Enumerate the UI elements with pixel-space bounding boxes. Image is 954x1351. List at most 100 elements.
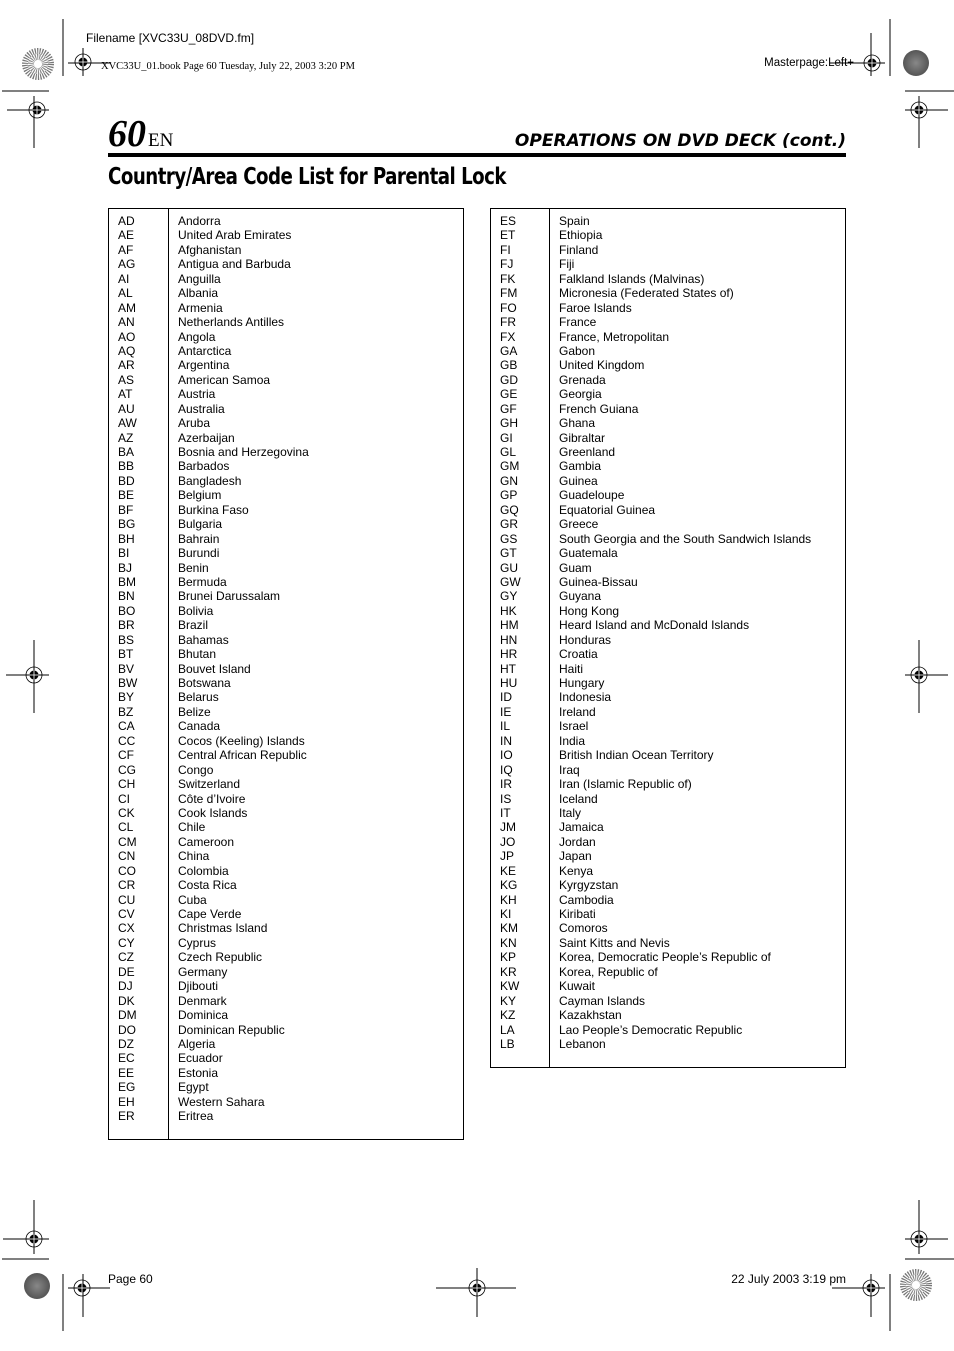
table-row: KE Kenya (491, 864, 845, 878)
table-row: BZ Belize (109, 705, 463, 719)
country-code: GT (500, 546, 517, 561)
country-code: BR (118, 618, 135, 633)
country-code: FX (500, 329, 516, 344)
country-code: CL (118, 820, 134, 835)
country-name: Colombia (178, 863, 229, 878)
table-row: GF French Guiana (491, 402, 845, 416)
table-row: ER Eritrea (109, 1109, 463, 1123)
starburst-mark-icon (22, 48, 54, 80)
table-row: ES Spain (491, 214, 845, 228)
code-rows: ES Spain ET Ethiopia FI Finland FJ Fiji FK Falkla… (491, 214, 845, 1051)
country-code: FR (500, 315, 516, 330)
code-rows: AD Andorra AE United Arab Emirates AF Afghani… (109, 214, 463, 1124)
table-row: LB Lebanon (491, 1037, 845, 1051)
table-row: FR France (491, 315, 845, 329)
country-code: BV (118, 661, 135, 676)
table-row: CH Switzerland (109, 777, 463, 791)
table-row: AS American Samoa (109, 373, 463, 387)
country-name: Micronesia (Federated States of) (559, 286, 734, 301)
country-code: GN (500, 473, 518, 488)
country-name: Botswana (178, 676, 231, 690)
page-language: EN (148, 130, 174, 151)
country-code: DM (118, 1008, 137, 1023)
country-code: IE (500, 704, 512, 719)
table-row: HR Croatia (491, 647, 845, 661)
country-name: Algeria (178, 1036, 216, 1051)
table-row: JP Japan (491, 849, 845, 863)
table-row: FO Faroe Islands (491, 301, 845, 315)
country-code: BW (118, 676, 138, 690)
table-row: BO Bolivia (109, 604, 463, 618)
country-name: South Georgia and the South Sandwich Isl… (559, 531, 812, 546)
footer-page-label: Page 60 (108, 1272, 153, 1286)
table-row: ID Indonesia (491, 690, 845, 704)
country-code: BS (118, 632, 135, 647)
table-row: BJ Benin (109, 561, 463, 575)
country-name: Estonia (178, 1065, 219, 1080)
country-code: AM (118, 300, 136, 315)
country-name: American Samoa (178, 372, 271, 387)
country-name: Cuba (178, 892, 207, 907)
country-code: BN (118, 589, 135, 604)
country-code: CY (118, 935, 135, 950)
country-code: AD (118, 214, 135, 228)
country-name: Central African Republic (178, 748, 307, 763)
country-code: HT (500, 661, 516, 676)
country-name: Aruba (178, 416, 211, 431)
country-name: Lao People’s Democratic Republic (559, 1022, 743, 1037)
country-name: Gambia (559, 459, 602, 474)
country-code: CZ (118, 950, 134, 965)
table-row: AW Aruba (109, 416, 463, 430)
country-code: EC (118, 1051, 135, 1066)
country-name: Christmas Island (178, 921, 268, 936)
country-name: Bosnia and Herzegovina (178, 445, 309, 459)
country-name: Burkina Faso (178, 502, 249, 517)
country-name: Guam (559, 560, 592, 575)
country-code: KH (500, 892, 517, 907)
country-name: France, Metropolitan (559, 329, 670, 344)
table-row: DK Denmark (109, 994, 463, 1008)
country-code: AU (118, 401, 135, 416)
table-row: KM Comoros (491, 921, 845, 935)
country-code: AF (118, 242, 134, 257)
table-row: AD Andorra (109, 214, 463, 228)
table-row: EH Western Sahara (109, 1095, 463, 1109)
country-name: Italy (559, 805, 582, 820)
country-code: KI (500, 907, 512, 921)
country-name: Bahamas (178, 632, 229, 647)
country-name: Honduras (559, 632, 612, 647)
country-name: Cocos (Keeling) Islands (178, 733, 305, 748)
country-code: HK (500, 603, 517, 618)
country-code: IR (500, 777, 512, 792)
country-code: CC (118, 733, 136, 748)
table-row: AM Armenia (109, 301, 463, 315)
table-row: BV Bouvet Island (109, 662, 463, 676)
table-row: CN China (109, 849, 463, 863)
country-code: GW (500, 574, 521, 589)
table-row: GU Guam (491, 561, 845, 575)
country-name: Iraq (559, 762, 580, 777)
country-name: Eritrea (178, 1109, 214, 1124)
country-code: LB (500, 1036, 515, 1051)
country-name: Comoros (559, 921, 608, 936)
country-name: India (559, 733, 586, 748)
table-row: DE Germany (109, 965, 463, 979)
country-name: Bangladesh (178, 473, 242, 488)
table-row: CL Chile (109, 820, 463, 834)
country-code: ES (500, 214, 517, 228)
table-row: CK Cook Islands (109, 806, 463, 820)
table-row: EE Estonia (109, 1066, 463, 1080)
table-row: LA Lao People’s Democratic Republic (491, 1023, 845, 1037)
table-row: AL Albania (109, 286, 463, 300)
masterpage-label: Masterpage:Left+ (764, 57, 854, 69)
table-row: BB Barbados (109, 459, 463, 473)
country-name: Jamaica (559, 820, 604, 835)
country-code: GH (500, 416, 518, 431)
country-code: FK (500, 271, 516, 286)
country-name: Cyprus (178, 935, 217, 950)
table-row: IS Iceland (491, 792, 845, 806)
country-code: DZ (118, 1036, 134, 1051)
country-code: GA (500, 343, 518, 358)
table-row: ET Ethiopia (491, 228, 845, 242)
country-code: JP (500, 849, 515, 864)
